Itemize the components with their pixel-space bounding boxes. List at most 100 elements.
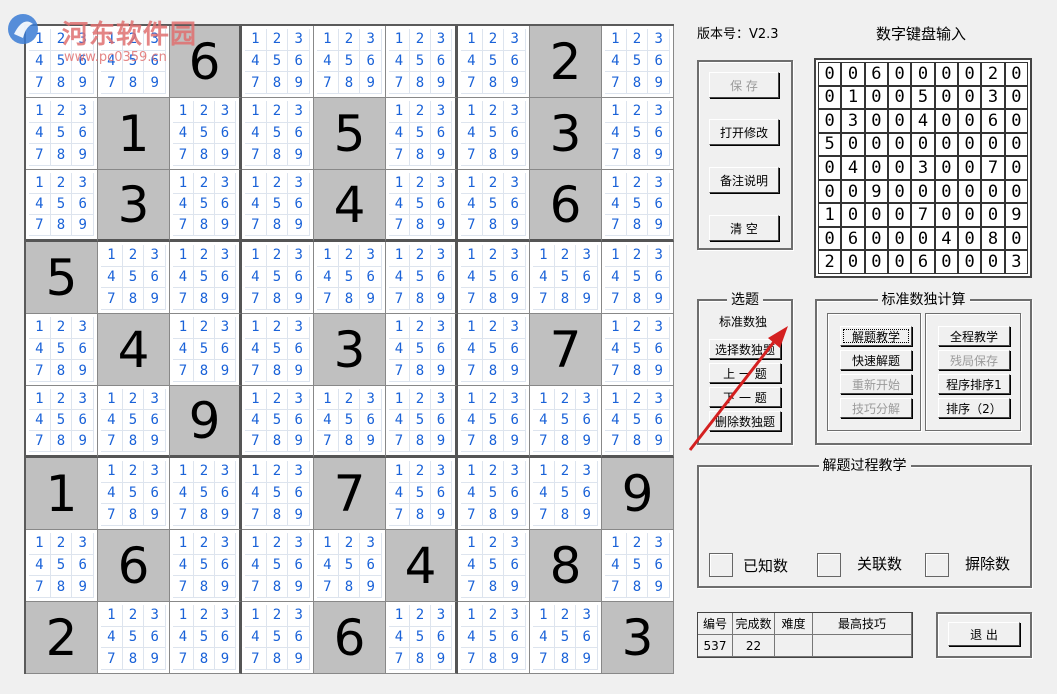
sudoku-cell[interactable]: 6 bbox=[530, 170, 602, 242]
sudoku-cell[interactable]: 123456789 bbox=[386, 98, 458, 170]
save-button[interactable]: 保 存 bbox=[709, 72, 779, 98]
keypad-cell[interactable]: 0 bbox=[934, 85, 958, 110]
keypad-cell[interactable]: 3 bbox=[911, 156, 935, 180]
keypad-cell[interactable]: 0 bbox=[958, 62, 982, 86]
sudoku-cell[interactable]: 123456789 bbox=[386, 602, 458, 674]
sudoku-cell[interactable]: 123456789 bbox=[458, 530, 530, 602]
sudoku-cell[interactable]: 123456789 bbox=[386, 458, 458, 530]
keypad-cell[interactable]: 0 bbox=[981, 250, 1005, 274]
keypad-cell[interactable]: 0 bbox=[911, 226, 935, 251]
keypad-cell[interactable]: 6 bbox=[911, 250, 935, 274]
keypad-cell[interactable]: 0 bbox=[1004, 179, 1028, 204]
sudoku-cell[interactable]: 123456789 bbox=[602, 242, 674, 314]
choose-puzzle-button[interactable]: 选择数独题 bbox=[709, 339, 781, 359]
prev-puzzle-button[interactable]: 上 一 题 bbox=[709, 363, 781, 383]
keypad-cell[interactable]: 0 bbox=[818, 226, 842, 251]
sudoku-cell[interactable]: 123456789 bbox=[458, 458, 530, 530]
keypad-cell[interactable]: 5 bbox=[818, 132, 842, 157]
keypad-cell[interactable]: 0 bbox=[864, 226, 888, 251]
sudoku-cell[interactable]: 123456789 bbox=[170, 170, 242, 242]
sudoku-cell[interactable]: 123456789 bbox=[242, 314, 314, 386]
solve-teach-button[interactable]: 解题教学 bbox=[840, 326, 912, 346]
delete-puzzle-button[interactable]: 删除数独题 bbox=[709, 411, 781, 431]
keypad-cell[interactable]: 0 bbox=[888, 179, 912, 204]
keypad-cell[interactable]: 0 bbox=[958, 250, 982, 274]
keypad-cell[interactable]: 0 bbox=[911, 132, 935, 157]
keypad-cell[interactable]: 0 bbox=[841, 132, 865, 157]
next-puzzle-button[interactable]: 下 一 题 bbox=[709, 387, 781, 407]
sudoku-cell[interactable]: 123456789 bbox=[26, 314, 98, 386]
notes-button[interactable]: 备注说明 bbox=[709, 167, 779, 193]
keypad-cell[interactable]: 0 bbox=[934, 156, 958, 180]
keypad-cell[interactable]: 4 bbox=[841, 156, 865, 180]
keypad-cell[interactable]: 0 bbox=[958, 203, 982, 227]
keypad-cell[interactable]: 0 bbox=[818, 85, 842, 110]
save-remaining-button[interactable]: 残局保存 bbox=[938, 350, 1010, 370]
clear-button[interactable]: 清 空 bbox=[709, 215, 779, 241]
keypad-cell[interactable]: 0 bbox=[841, 179, 865, 204]
full-teach-button[interactable]: 全程教学 bbox=[938, 326, 1010, 346]
sudoku-cell[interactable]: 123456789 bbox=[170, 98, 242, 170]
keypad-cell[interactable]: 0 bbox=[841, 62, 865, 86]
keypad-cell[interactable]: 0 bbox=[1004, 226, 1028, 251]
keypad-cell[interactable]: 0 bbox=[864, 203, 888, 227]
sudoku-cell[interactable]: 6 bbox=[170, 26, 242, 98]
sudoku-cell[interactable]: 123456789 bbox=[98, 458, 170, 530]
keypad-cell[interactable]: 3 bbox=[1004, 250, 1028, 274]
keypad-cell[interactable]: 0 bbox=[911, 179, 935, 204]
sudoku-cell[interactable]: 123456789 bbox=[242, 26, 314, 98]
keypad-cell[interactable]: 1 bbox=[841, 85, 865, 110]
keypad-cell[interactable]: 1 bbox=[818, 203, 842, 227]
keypad-cell[interactable]: 0 bbox=[818, 109, 842, 133]
sudoku-cell[interactable]: 123456789 bbox=[458, 242, 530, 314]
keypad-cell[interactable]: 4 bbox=[934, 226, 958, 251]
keypad-cell[interactable]: 0 bbox=[1004, 132, 1028, 157]
sudoku-cell[interactable]: 123456789 bbox=[530, 242, 602, 314]
sudoku-cell[interactable]: 123456789 bbox=[602, 170, 674, 242]
sudoku-cell[interactable]: 123456789 bbox=[386, 170, 458, 242]
keypad-cell[interactable]: 6 bbox=[841, 226, 865, 251]
sudoku-cell[interactable]: 6 bbox=[98, 530, 170, 602]
keypad-cell[interactable]: 6 bbox=[864, 62, 888, 86]
sudoku-cell[interactable]: 123456789 bbox=[242, 530, 314, 602]
sudoku-cell[interactable]: 123456789 bbox=[26, 170, 98, 242]
sudoku-cell[interactable]: 123456789 bbox=[314, 386, 386, 458]
sudoku-cell[interactable]: 123456789 bbox=[26, 98, 98, 170]
sudoku-cell[interactable]: 6 bbox=[314, 602, 386, 674]
keypad-cell[interactable]: 0 bbox=[888, 156, 912, 180]
sudoku-cell[interactable]: 3 bbox=[602, 602, 674, 674]
keypad-cell[interactable]: 0 bbox=[1004, 62, 1028, 86]
sudoku-cell[interactable]: 3 bbox=[98, 170, 170, 242]
exit-button[interactable]: 退 出 bbox=[948, 622, 1020, 646]
sudoku-cell[interactable]: 123456789 bbox=[458, 602, 530, 674]
sudoku-cell[interactable]: 2 bbox=[530, 26, 602, 98]
keypad-cell[interactable]: 0 bbox=[818, 179, 842, 204]
keypad-cell[interactable]: 0 bbox=[888, 62, 912, 86]
keypad-cell[interactable]: 8 bbox=[981, 226, 1005, 251]
sudoku-cell[interactable]: 123456789 bbox=[530, 602, 602, 674]
sudoku-cell[interactable]: 123456789 bbox=[602, 98, 674, 170]
keypad-cell[interactable]: 0 bbox=[934, 179, 958, 204]
sudoku-cell[interactable]: 123456789 bbox=[170, 530, 242, 602]
keypad-cell[interactable]: 0 bbox=[818, 156, 842, 180]
sudoku-cell[interactable]: 123456789 bbox=[386, 386, 458, 458]
sudoku-cell[interactable]: 123456789 bbox=[26, 386, 98, 458]
keypad-cell[interactable]: 2 bbox=[818, 250, 842, 274]
sudoku-cell[interactable]: 123456789 bbox=[242, 98, 314, 170]
keypad-cell[interactable]: 0 bbox=[888, 203, 912, 227]
sudoku-cell[interactable]: 1 bbox=[98, 98, 170, 170]
keypad-cell[interactable]: 0 bbox=[958, 132, 982, 157]
sudoku-cell[interactable]: 123456789 bbox=[98, 602, 170, 674]
keypad-cell[interactable]: 0 bbox=[888, 109, 912, 133]
sudoku-cell[interactable]: 123456789 bbox=[602, 26, 674, 98]
sudoku-cell[interactable]: 123456789 bbox=[458, 98, 530, 170]
sudoku-cell[interactable]: 123456789 bbox=[170, 242, 242, 314]
keypad-cell[interactable]: 0 bbox=[864, 85, 888, 110]
sudoku-cell[interactable]: 123456789 bbox=[242, 242, 314, 314]
sudoku-cell[interactable]: 123456789 bbox=[458, 386, 530, 458]
keypad-cell[interactable]: 0 bbox=[934, 62, 958, 86]
sudoku-cell[interactable]: 123456789 bbox=[26, 26, 98, 98]
sudoku-cell[interactable]: 123456789 bbox=[602, 314, 674, 386]
keypad-cell[interactable]: 3 bbox=[981, 85, 1005, 110]
keypad-cell[interactable]: 0 bbox=[958, 179, 982, 204]
